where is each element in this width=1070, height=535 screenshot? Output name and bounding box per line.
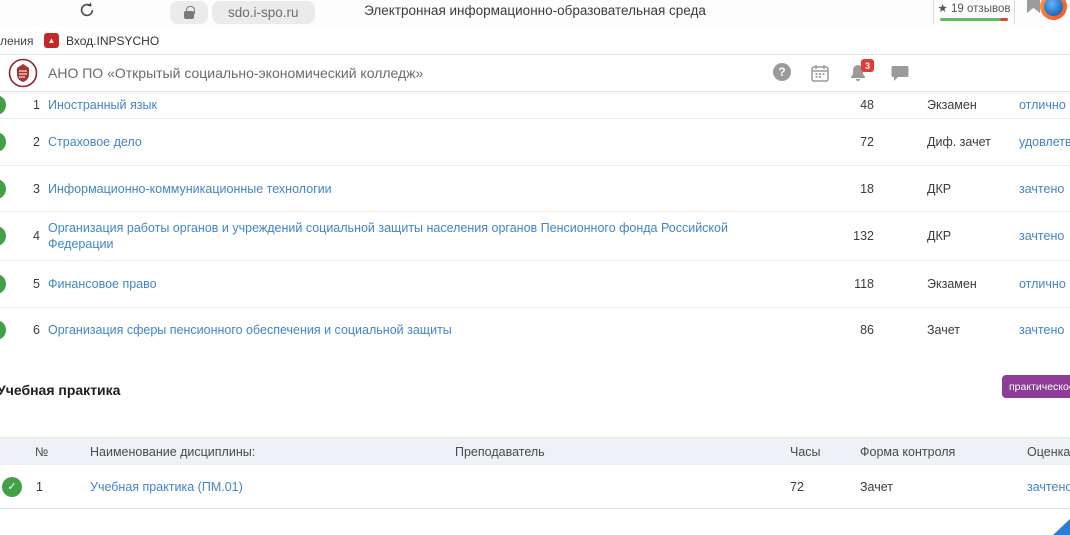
notification-badge: 3 [861,59,874,72]
status-check-icon: ✓ [0,95,6,115]
discipline-link[interactable]: Иностранный язык [48,97,157,113]
status-check-icon: ✓ [0,274,6,294]
bookmarks-bar: ления ▲ Вход.INPSYCHO [0,28,1070,55]
hours-value: 18 [820,182,874,196]
hours-value: 48 [820,98,874,112]
grade-link[interactable]: зачтено [1027,480,1070,494]
discipline-link[interactable]: Организация сферы пенсионного обеспечени… [48,322,452,338]
college-logo[interactable] [8,58,38,88]
org-name: АНО ПО «Открытый социально-экономический… [48,65,423,81]
control-form: Зачет [860,480,893,494]
hours-value: 132 [820,229,874,243]
grade-link[interactable]: зачтено [1019,182,1064,196]
browser-page-title: Электронная информационно-образовательна… [0,3,1070,18]
status-check-icon: ✓ [0,132,6,152]
row-number: 2 [33,135,40,149]
row-number: 3 [33,182,40,196]
col-header-grade: Оценка [1027,445,1070,459]
hours-value: 72 [790,480,804,494]
control-form: Диф. зачет [927,135,991,149]
hours-value: 86 [820,323,874,337]
col-header-control: Форма контроля [860,445,955,459]
grade-link[interactable]: удовлетворительно [1019,135,1070,149]
table-header-row: № Наименование дисциплины: Преподаватель… [0,437,1070,465]
col-header-name: Наименование дисциплины: [90,445,255,459]
inpsycho-favicon: ▲ [44,33,59,48]
status-check-icon: ✓ [2,477,22,497]
calendar-icon[interactable] [810,63,830,83]
site-header: АНО ПО «Открытый социально-экономический… [0,55,1070,92]
discipline-link[interactable]: Организация работы органов и учреждений … [48,220,748,252]
row-number: 4 [33,229,40,243]
discipline-link[interactable]: Информационно-коммуникационные технологи… [48,181,332,197]
reviews-label: ★ 19 отзывов [938,1,1011,15]
table-row: ✓ 3 Информационно-коммуникационные техно… [0,166,1070,212]
row-number: 1 [36,480,43,494]
table-row: ✓ 1 Иностранный язык 48 Экзамен отлично [0,92,1070,119]
status-check-icon: ✓ [0,320,6,340]
floating-button-fragment[interactable] [1053,519,1070,535]
grade-link[interactable]: отлично [1019,98,1066,112]
discipline-link[interactable]: Учебная практика (ПМ.01) [90,480,243,494]
bookmark-item-partial[interactable]: ления [0,34,34,48]
discipline-link[interactable]: Страховое дело [48,134,142,150]
grade-link[interactable]: зачтено [1019,323,1064,337]
hours-value: 72 [820,135,874,149]
reviews-rating-bar [940,18,1008,21]
status-check-icon: ✓ [0,179,6,199]
browser-toolbar: sdo.i-spo.ru Электронная информационно-о… [0,0,1070,28]
col-header-teacher: Преподаватель [455,445,545,459]
table-row: ✓ 4 Организация работы органов и учрежде… [0,212,1070,261]
table-row: ✓ 5 Финансовое право 118 Экзамен отлично [0,261,1070,308]
grade-link[interactable]: зачтено [1019,229,1064,243]
row-number: 5 [33,277,40,291]
chat-icon[interactable] [890,63,910,83]
row-number: 6 [33,323,40,337]
col-header-hours: Часы [790,445,821,459]
table-row: ✓ 6 Организация сферы пенсионного обеспе… [0,308,1070,352]
avatar-image [1044,0,1063,16]
bookmark-item-inpsycho[interactable]: Вход.INPSYCHO [66,34,159,48]
control-form: ДКР [927,229,951,243]
col-header-num: № [35,445,48,459]
control-form: Экзамен [927,277,977,291]
control-form: Зачет [927,323,960,337]
practice-type-badge: практическое [1002,375,1070,398]
control-form: ДКР [927,182,951,196]
control-form: Экзамен [927,98,977,112]
table-row: ✓ 2 Страховое дело 72 Диф. зачет удовлет… [0,119,1070,166]
page: sdo.i-spo.ru Электронная информационно-о… [0,0,1070,535]
site-reviews-button[interactable]: ★ 19 отзывов [933,0,1015,24]
notifications-bell-icon[interactable]: 3 [848,63,868,83]
table-row: ✓ 1 Учебная практика (ПМ.01) 72 Зачет за… [0,465,1070,509]
grade-link[interactable]: отлично [1019,277,1066,291]
hours-value: 118 [820,277,874,291]
discipline-link[interactable]: Финансовое право [48,276,157,292]
help-icon[interactable]: ? [773,63,793,83]
section-title: Учебная практика [0,382,120,398]
status-check-icon: ✓ [0,226,6,246]
row-number: 1 [33,98,40,112]
